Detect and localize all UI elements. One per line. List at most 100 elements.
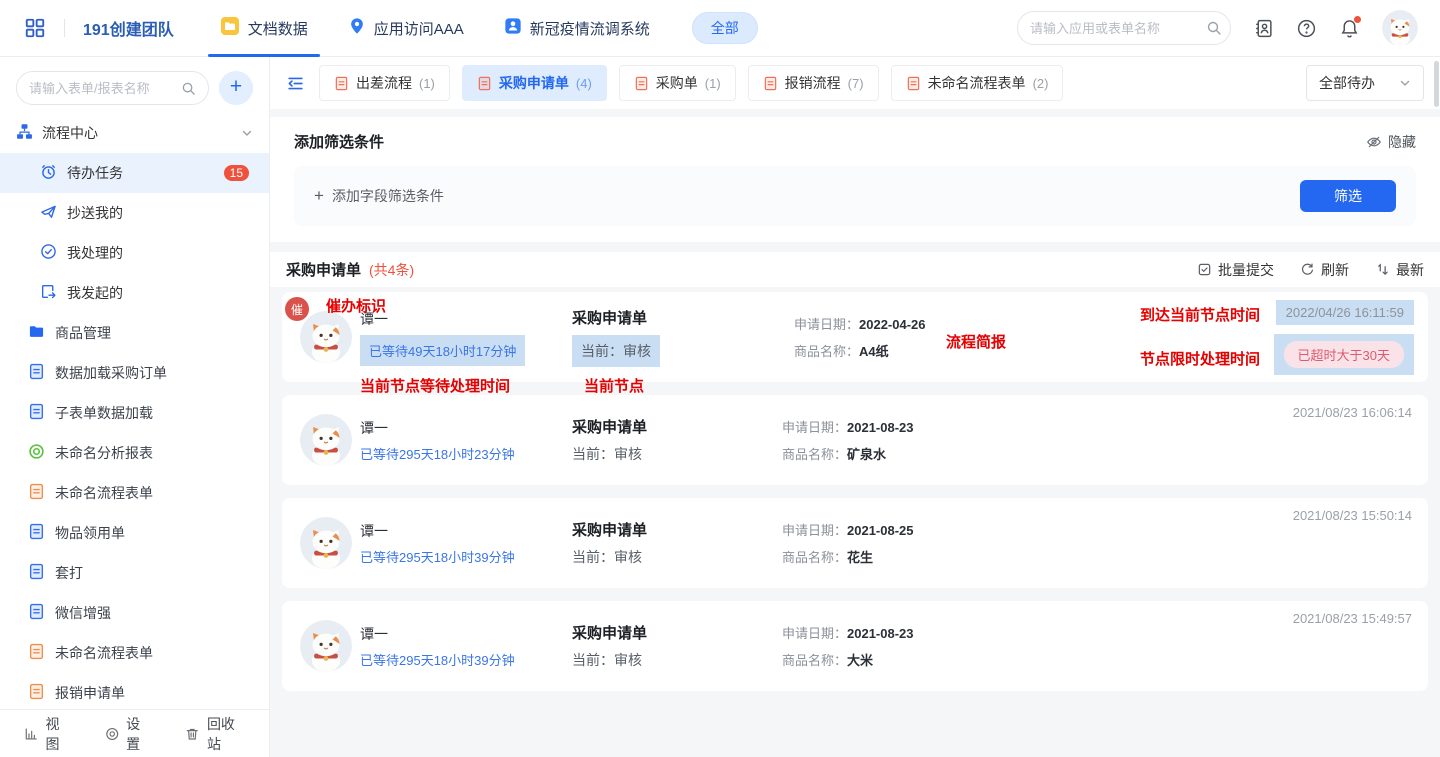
avatar [300,620,352,672]
product-name-value: 花生 [847,550,873,565]
hide-label: 隐藏 [1388,132,1416,152]
scrollbar[interactable] [1434,61,1439,107]
apply-date-value: 2021-08-23 [847,420,914,435]
flow-brief: 申请日期：2022-04-26 商品名称：A4纸 [782,305,938,369]
node-arrive-time: 2021/08/23 15:50:14 [1293,508,1412,523]
filter-tab-purchase-request[interactable]: 采购申请单 (4) [462,65,607,101]
settings-icon [105,726,119,742]
task-card[interactable]: 谭一 已等待295天18小时23分钟 采购申请单 当前：审核 申请日期：2021… [282,395,1428,485]
sidebar-item-unnamed-report[interactable]: 未命名分析报表 [0,433,269,473]
hide-filter-button[interactable]: 隐藏 [1366,132,1416,152]
sidebar-item-label: 物品领用单 [55,523,125,543]
location-pin-icon [348,17,366,39]
current-node: 当前：审核 [572,335,660,367]
sidebar-item-cc-to-me[interactable]: 抄送我的 [0,193,269,233]
sidebar-item-label: 抄送我的 [67,203,123,223]
divider [64,19,65,37]
app-tab-covid-system[interactable]: 新冠疫情流调系统 [484,0,670,57]
product-name-value: 矿泉水 [847,447,886,462]
filter-tab-business-trip[interactable]: 出差流程 (1) [319,65,450,101]
sidebar-item-todo-tasks[interactable]: 待办任务 15 [0,153,269,193]
sort-latest-button[interactable]: 最新 [1375,260,1424,280]
sidebar-group-process-center[interactable]: 流程中心 [0,111,269,153]
filter-panel-title: 添加筛选条件 [294,131,384,152]
form-search[interactable] [16,71,209,105]
filter-tab-count: (1) [419,76,435,91]
doc-icon [28,403,45,423]
sidebar-item-handled-by-me[interactable]: 我处理的 [0,233,269,273]
applicant-name: 谭一 [360,521,572,541]
product-name-label: 商品名称： [782,653,847,668]
app-tab-doc-data[interactable]: 文档数据 [200,0,328,57]
search-icon [181,81,196,96]
current-node: 当前：审核 [572,650,642,670]
current-node: 当前：审核 [572,444,642,464]
doc-icon [28,683,45,703]
recycle-bin-button[interactable]: 回收站 [185,714,245,754]
apply-date-label: 申请日期： [782,626,847,641]
sidebar-item-data-load-po[interactable]: 数据加载采购订单 [0,353,269,393]
sort-numeric-icon [1375,262,1390,277]
doc-icon [28,603,45,623]
sidebar-item-reimburse-form[interactable]: 报销申请单 [0,673,269,713]
settings-button[interactable]: 设置 [105,714,152,754]
sidebar-item-unnamed-flow-form-1[interactable]: 未命名流程表单 [0,473,269,513]
task-card[interactable]: 谭一 已等待295天18小时39分钟 采购申请单 当前：审核 申请日期：2021… [282,498,1428,588]
checkbox-check-icon [1197,262,1212,277]
collapse-list-icon[interactable] [286,74,305,93]
annotation-arrive-time: 到达当前节点时间 [1140,304,1260,325]
product-name-value: 大米 [847,653,873,668]
sidebar-item-label: 我发起的 [67,283,123,303]
batch-submit-button[interactable]: 批量提交 [1197,260,1274,280]
paper-plane-icon [40,203,57,223]
apply-filter-button[interactable]: 筛选 [1300,180,1396,212]
doc-icon [28,483,45,503]
filter-tab-label: 采购单 [656,73,698,93]
search-icon [1206,20,1222,36]
sidebar-item-label: 待办任务 [67,163,123,183]
app-grid-icon[interactable] [24,17,46,39]
refresh-icon [1300,262,1315,277]
sidebar-item-label: 数据加载采购订单 [55,363,167,383]
apply-date-label: 申请日期： [794,317,859,332]
task-card[interactable]: 谭一 已等待295天18小时39分钟 采购申请单 当前：审核 申请日期：2021… [282,601,1428,691]
sidebar-item-subform-data-load[interactable]: 子表单数据加载 [0,393,269,433]
refresh-button[interactable]: 刷新 [1300,260,1349,280]
sidebar-item-product-management[interactable]: 商品管理 [0,313,269,353]
notification-bell-icon[interactable] [1339,18,1360,39]
add-filter-field-button[interactable]: + 添加字段筛选条件 [314,186,444,206]
sitemap-icon [16,123,33,143]
footer-item-label: 视图 [45,714,70,754]
chevron-down-icon[interactable] [241,127,253,139]
avatar [300,517,352,569]
filter-tab-reimburse-flow[interactable]: 报销流程 (7) [748,65,879,101]
all-apps-pill[interactable]: 全部 [692,12,758,44]
filter-tab-unnamed-flow-form[interactable]: 未命名流程表单 (2) [891,65,1064,101]
sidebar-item-wechat-enhance[interactable]: 微信增强 [0,593,269,633]
app-tab-app-access[interactable]: 应用访问AAA [328,0,484,57]
task-card[interactable]: 催 谭一 已等待49天18小时17分钟 采购申请单 当前：审核 申请日期：202… [282,292,1428,382]
sidebar-item-item-requisition[interactable]: 物品领用单 [0,513,269,553]
file-icon [334,76,349,91]
top-bar: 191创建团队 文档数据 应用访问AAA 新冠疫情流调系统 全部 [0,0,1440,57]
sidebar-item-started-by-me[interactable]: 我发起的 [0,273,269,313]
app-tab-label: 应用访问AAA [374,18,464,39]
sidebar-item-print-template[interactable]: 套打 [0,553,269,593]
todo-scope-select[interactable]: 全部待办 [1306,65,1424,101]
sidebar-item-unnamed-flow-form-2[interactable]: 未命名流程表单 [0,633,269,673]
user-avatar[interactable] [1382,10,1418,46]
product-name-label: 商品名称： [794,344,859,359]
file-icon [477,76,492,91]
global-search[interactable] [1017,11,1231,45]
form-search-input[interactable] [29,81,181,96]
contacts-icon[interactable] [1253,18,1274,39]
filter-tab-purchase-order[interactable]: 采购单 (1) [619,65,736,101]
global-search-input[interactable] [1030,21,1206,36]
doc-icon [28,563,45,583]
bar-chart-icon [24,726,38,742]
add-form-button[interactable]: + [219,71,253,105]
team-name[interactable]: 191创建团队 [83,16,174,40]
views-button[interactable]: 视图 [24,714,71,754]
help-icon[interactable] [1296,18,1317,39]
sidebar-item-label: 商品管理 [55,323,111,343]
